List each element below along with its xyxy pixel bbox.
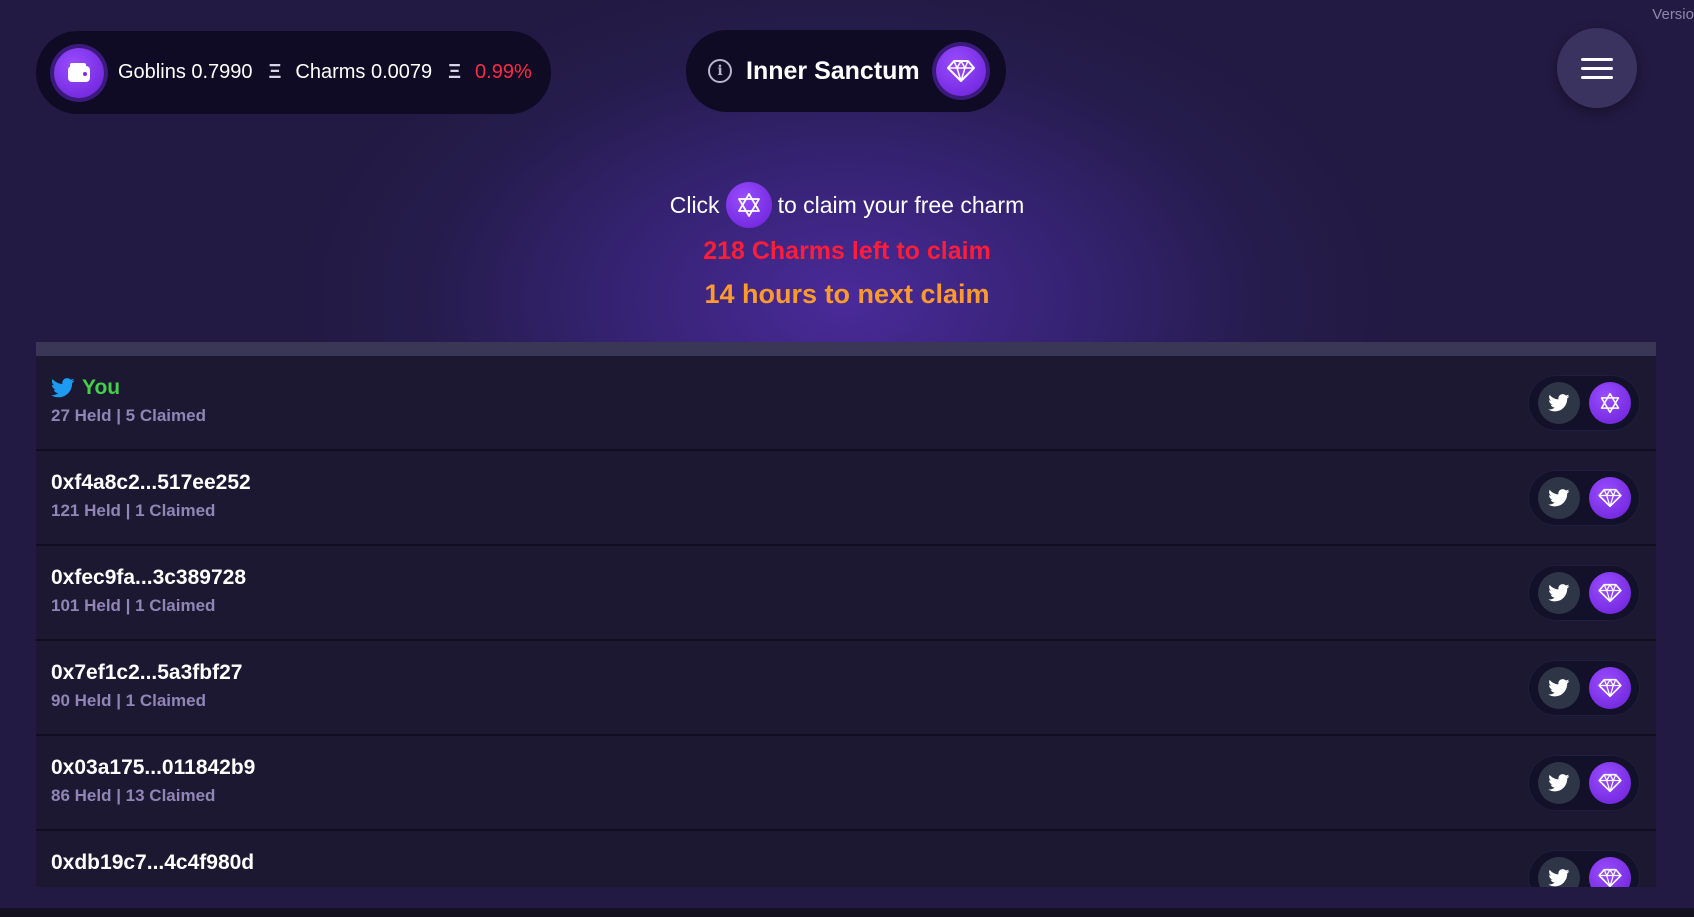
twitter-icon: [51, 378, 75, 398]
row-actions: [1528, 565, 1640, 621]
gem-button[interactable]: [1588, 572, 1631, 614]
row-stats: 101 Held | 1 Claimed: [51, 596, 216, 615]
gem-icon: [1597, 678, 1622, 698]
wallet-button[interactable]: [54, 47, 104, 98]
gem-button[interactable]: [1588, 667, 1631, 709]
row-actions: [1528, 660, 1640, 716]
twitter-icon: [1547, 489, 1569, 507]
row-actions: [1528, 755, 1640, 811]
gem-icon: [947, 60, 975, 82]
twitter-icon: [1547, 394, 1569, 412]
twitter-icon: [1547, 679, 1569, 697]
twitter-button[interactable]: [1537, 572, 1580, 614]
list-item: 0x03a175...011842b9 86 Held | 13 Claimed: [36, 736, 1656, 831]
list-item: You 27 Held | 5 Claimed: [36, 356, 1656, 451]
claim-prefix: Click: [669, 191, 720, 218]
next-claim-text: 14 hours to next claim: [704, 279, 990, 309]
gem-icon: [1597, 488, 1622, 508]
title-bar: i Inner Sanctum: [686, 30, 1006, 112]
row-actions: [1528, 470, 1640, 526]
eth-icon: Ξ: [268, 61, 282, 83]
row-name: You: [82, 376, 121, 399]
page-title: Inner Sanctum: [746, 56, 920, 85]
hamburger-menu-icon[interactable]: [1557, 28, 1637, 108]
claim-button[interactable]: [1588, 382, 1631, 424]
version-label: Versio: [1652, 6, 1694, 23]
gem-button[interactable]: [936, 46, 986, 96]
wallet-icon: [68, 62, 90, 82]
claim-instruction: Click to claim your free charm: [0, 182, 1694, 228]
row-actions: [1528, 850, 1640, 887]
bottom-scroll-strip: [0, 908, 1694, 917]
twitter-button[interactable]: [1537, 762, 1580, 804]
row-stats: 27 Held | 5 Claimed: [51, 406, 206, 425]
list-item: 0xf4a8c2...517ee252 121 Held | 1 Claimed: [36, 451, 1656, 546]
gem-icon: [1597, 868, 1622, 887]
gem-icon: [1597, 773, 1622, 793]
charms-balance: Charms 0.0079: [295, 61, 433, 83]
twitter-button[interactable]: [1537, 382, 1580, 424]
star-of-david-icon: [1600, 392, 1619, 414]
gem-button[interactable]: [1588, 857, 1631, 887]
list-item: 0xfec9fa...3c389728 101 Held | 1 Claimed: [36, 546, 1656, 641]
goblins-balance: Goblins 0.7990: [118, 61, 253, 83]
row-actions: [1528, 375, 1640, 431]
row-name: 0xf4a8c2...517ee252: [51, 471, 251, 494]
twitter-icon: [1547, 584, 1569, 602]
row-name: 0xfec9fa...3c389728: [51, 566, 246, 589]
star-of-david-icon: [737, 193, 760, 217]
twitter-button[interactable]: [1537, 857, 1580, 887]
claim-suffix: to claim your free charm: [777, 191, 1025, 218]
list-item: 0x7ef1c2...5a3fbf27 90 Held | 1 Claimed: [36, 641, 1656, 736]
info-icon[interactable]: i: [708, 59, 732, 83]
row-stats: 86 Held | 13 Claimed: [51, 786, 216, 805]
row-stats: 121 Held | 1 Claimed: [51, 501, 216, 520]
list-item: 0xdb19c7...4c4f980d: [36, 831, 1656, 887]
row-stats: 90 Held | 1 Claimed: [51, 691, 206, 710]
gem-button[interactable]: [1588, 477, 1631, 519]
row-name: 0x7ef1c2...5a3fbf27: [51, 661, 243, 684]
gem-icon: [1597, 583, 1622, 603]
twitter-button[interactable]: [1537, 477, 1580, 519]
gem-button[interactable]: [1588, 762, 1631, 804]
charms-left-text: 218 Charms left to claim: [703, 237, 991, 265]
twitter-button[interactable]: [1537, 667, 1580, 709]
row-name: 0xdb19c7...4c4f980d: [51, 851, 255, 874]
twitter-icon: [1547, 774, 1569, 792]
twitter-icon: [1547, 869, 1569, 887]
holders-list: You 27 Held | 5 Claimed 0xf4a8c2...517ee…: [36, 342, 1656, 887]
percent-value: 0.99%: [475, 61, 532, 83]
claim-button[interactable]: [725, 182, 772, 228]
row-name: 0x03a175...011842b9: [51, 756, 256, 779]
eth-icon: Ξ: [448, 61, 462, 83]
list-header-bar: [36, 342, 1656, 356]
wallet-balance-bar: Goblins 0.7990 Ξ Charms 0.0079 Ξ 0.99%: [36, 31, 551, 114]
